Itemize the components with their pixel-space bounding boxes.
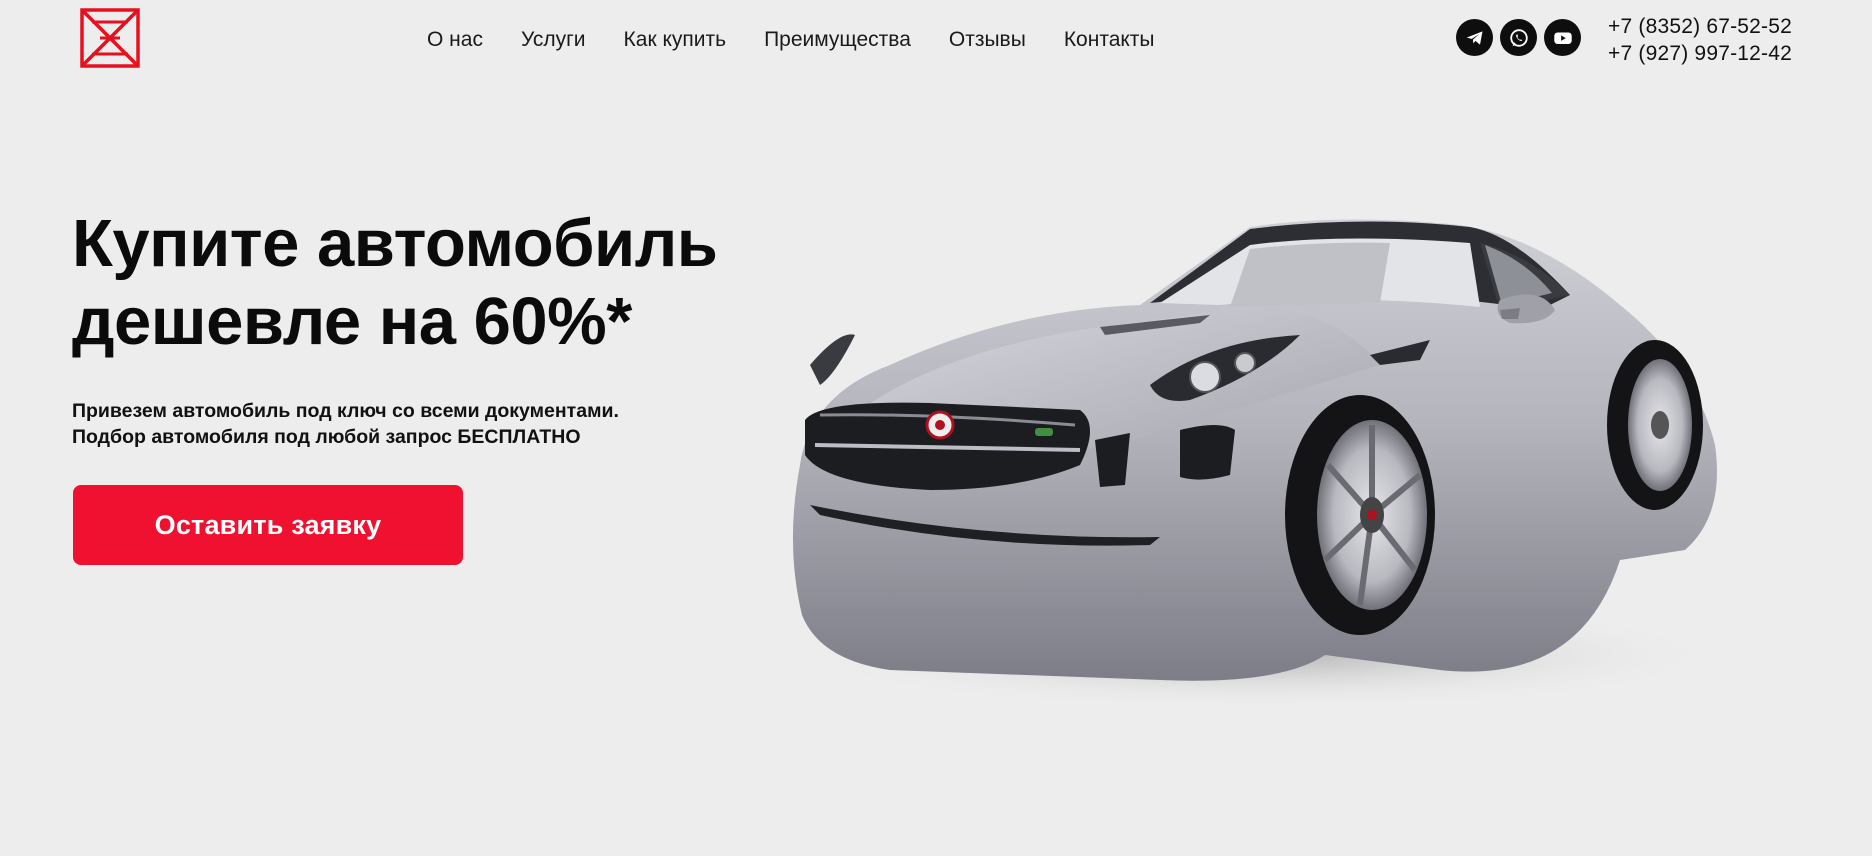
car-image	[790, 219, 1730, 710]
whatsapp-icon[interactable]	[1500, 19, 1537, 56]
nav-link-services[interactable]: Услуги	[521, 26, 586, 54]
nav-link-about[interactable]: О нас	[427, 26, 483, 54]
main-nav: О нас Услуги Как купить Преимущества Отз…	[427, 26, 1155, 54]
nav-link-how-to-buy[interactable]: Как купить	[624, 26, 727, 54]
hero-subtitle-line-2: Подбор автомобиля под любой запрос БЕСПЛ…	[72, 426, 581, 448]
hero-title: Купите автомобиль дешевле на 60%*	[72, 205, 792, 361]
nav-link-advantages[interactable]: Преимущества	[764, 26, 911, 54]
phone-block: +7 (8352) 67-52-52 +7 (927) 997-12-42	[1608, 13, 1792, 67]
hero-subtitle: Привезем автомобиль под ключ со всеми до…	[72, 398, 772, 450]
youtube-icon[interactable]	[1544, 19, 1581, 56]
hero-title-line-2: дешевле на 60%*	[72, 284, 632, 359]
nav-link-contacts[interactable]: Контакты	[1064, 26, 1155, 54]
submit-request-button[interactable]: Оставить заявку	[73, 485, 463, 565]
nav-link-reviews[interactable]: Отзывы	[949, 26, 1026, 54]
telegram-icon[interactable]	[1456, 19, 1493, 56]
hero-subtitle-line-1: Привезем автомобиль под ключ со всеми до…	[72, 400, 619, 422]
brand-logo[interactable]	[80, 8, 140, 68]
phone-link-secondary[interactable]: +7 (927) 997-12-42	[1608, 40, 1792, 67]
social-links	[1456, 19, 1581, 56]
hero-title-line-1: Купите автомобиль	[72, 206, 718, 281]
phone-link-primary[interactable]: +7 (8352) 67-52-52	[1608, 13, 1792, 40]
landing-page: О нас Услуги Как купить Преимущества Отз…	[0, 0, 1872, 856]
